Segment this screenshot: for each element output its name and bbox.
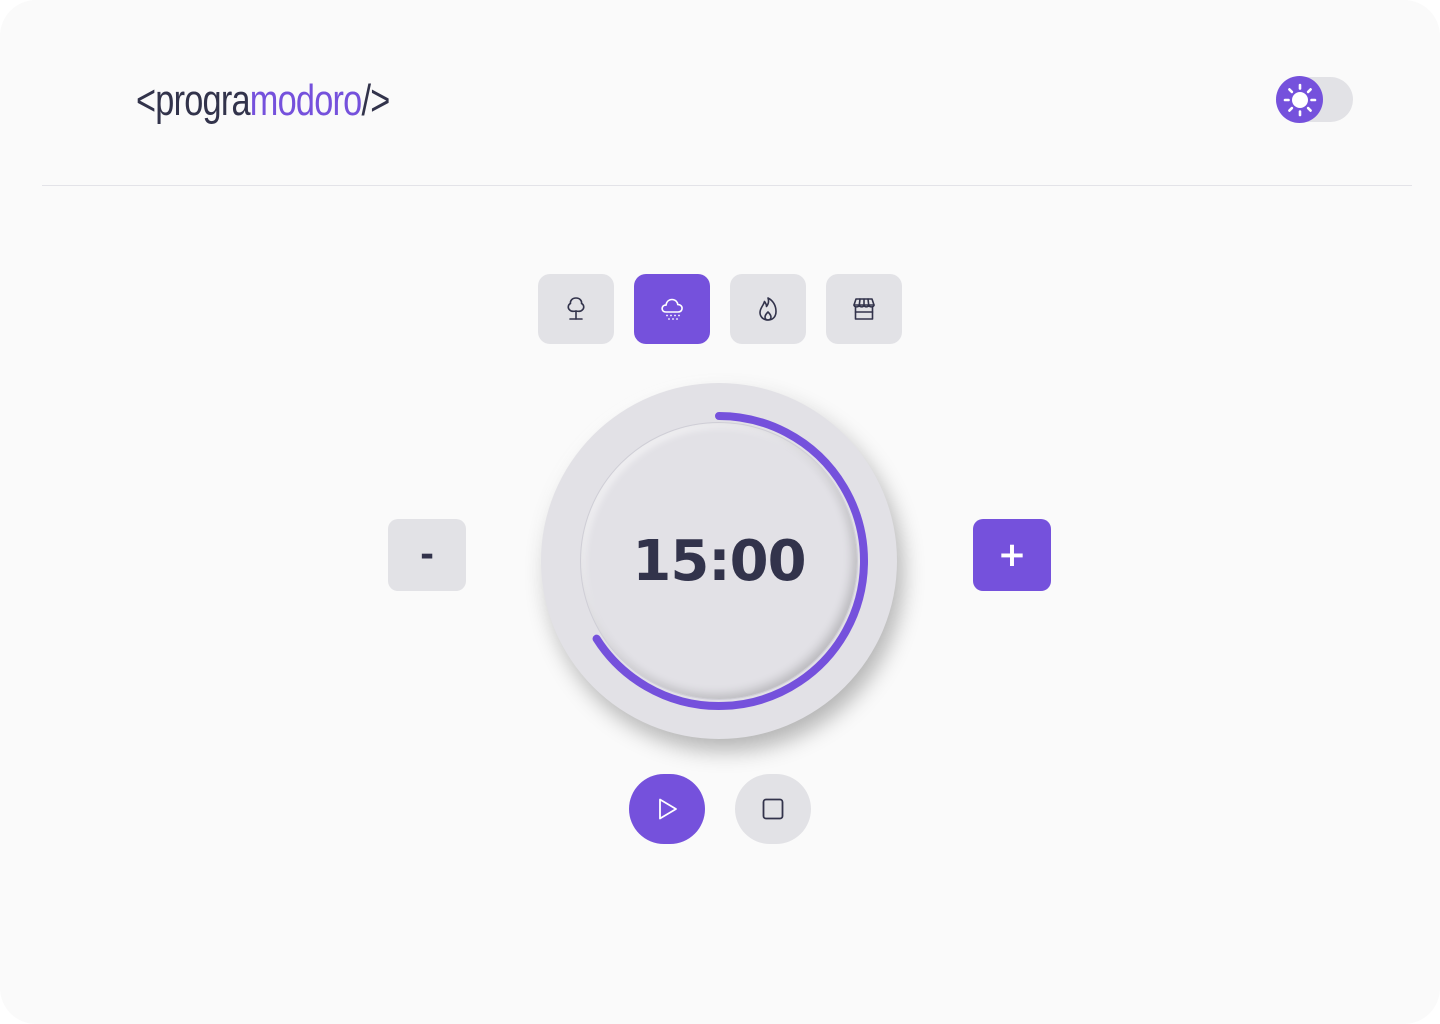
theme-toggle[interactable] xyxy=(1276,76,1353,123)
logo-close: /> xyxy=(361,76,390,125)
sound-tab-store[interactable] xyxy=(826,274,902,344)
logo-open: <progra xyxy=(136,76,251,125)
play-icon xyxy=(659,798,677,820)
sun-icon xyxy=(1283,83,1316,116)
sound-tab-fire[interactable] xyxy=(730,274,806,344)
store-icon xyxy=(853,298,875,320)
header: <progra modoro/> xyxy=(0,0,1440,186)
header-divider xyxy=(42,185,1412,186)
increase-time-button[interactable]: + xyxy=(973,519,1051,591)
app-window: <progra modoro/> - + 15:00 xyxy=(0,0,1440,1024)
play-button[interactable] xyxy=(629,774,705,844)
stop-button[interactable] xyxy=(735,774,811,844)
logo: <progra modoro/> xyxy=(136,66,390,126)
sound-tab-forest[interactable] xyxy=(538,274,614,344)
stop-icon xyxy=(762,798,784,820)
timer-display: 15:00 xyxy=(632,528,806,594)
sound-tabs xyxy=(538,274,902,344)
decrease-time-button[interactable]: - xyxy=(388,519,466,591)
rain-cloud-icon xyxy=(661,298,683,320)
fire-icon xyxy=(759,297,777,321)
tree-icon xyxy=(567,297,585,320)
sound-tab-rain[interactable] xyxy=(634,274,710,344)
logo-accent: modoro xyxy=(249,76,362,125)
theme-toggle-knob[interactable] xyxy=(1276,76,1323,123)
